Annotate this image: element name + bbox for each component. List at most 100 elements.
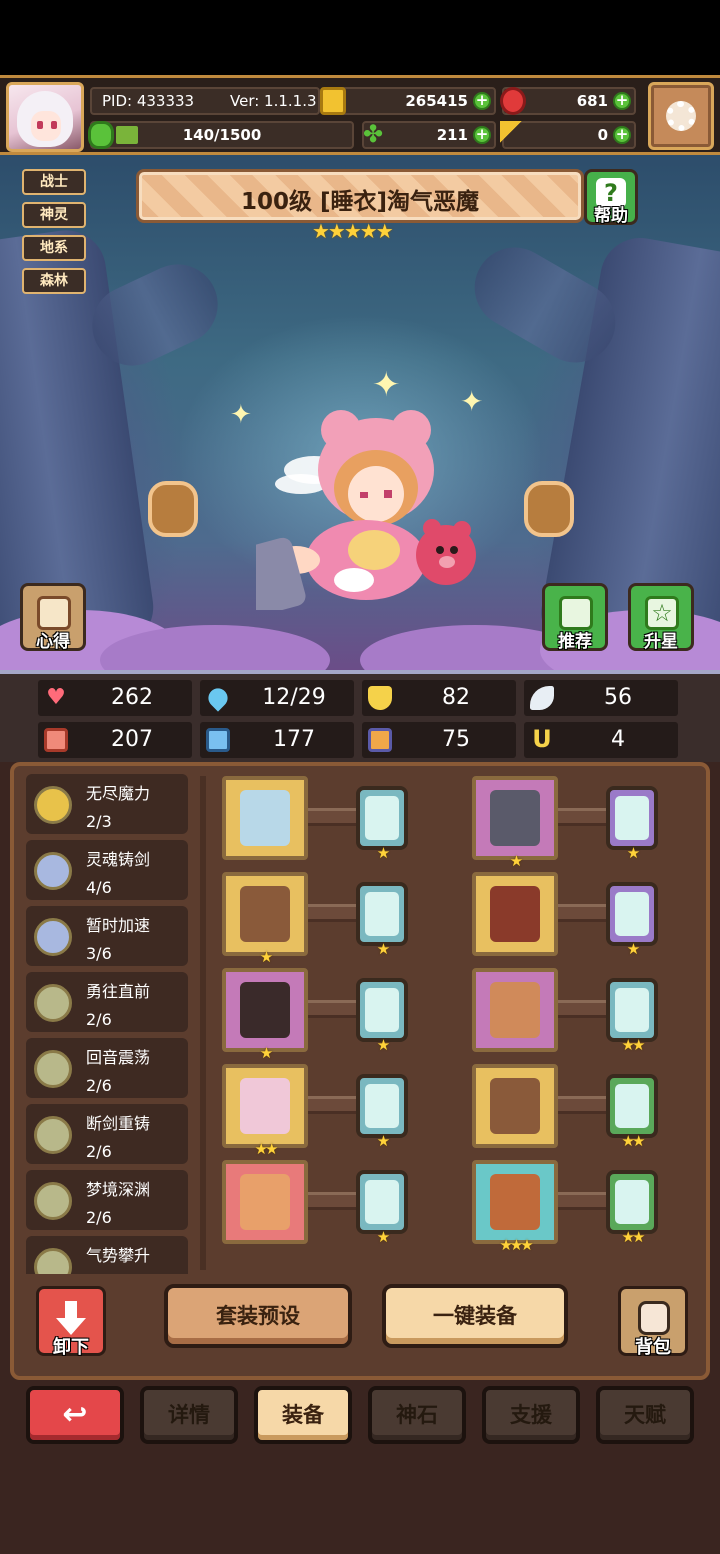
skill-icon [34,786,72,824]
player-info: PID: 433333 Ver: 1.1.1.3 [90,87,320,115]
tab-details[interactable]: 详情 [140,1386,238,1444]
tab-talent[interactable]: 天赋 [596,1386,694,1444]
equipment-slot-charm[interactable]: ★★ [222,1064,308,1158]
skill-name: 灵魂铸剑 [86,850,151,869]
recommend-button[interactable]: 推荐 [542,583,608,652]
equipment-slot-necklace[interactable]: ★ [222,968,308,1062]
equipment-slot-glove[interactable] [472,968,558,1052]
skill-item[interactable]: 断剑重铸 2/6 [26,1104,188,1164]
stat-attack: 207 [38,722,192,758]
equipment-slot-helmet[interactable]: ★ [472,776,558,870]
star-up-button[interactable]: ☆ 升星 [628,583,694,652]
equipment-slot-ring[interactable] [222,1160,308,1244]
help-button[interactable]: ? 帮助 [584,169,638,226]
gem-link [558,1000,608,1018]
skill-item[interactable]: 气势攀升 [26,1236,188,1274]
next-hero-button[interactable] [524,481,574,537]
rune-socket[interactable]: ★ [356,978,408,1054]
hero-character-sprite[interactable] [256,410,486,610]
stat-defense-value: 82 [442,685,470,710]
rune-socket[interactable]: ★★ [606,1074,658,1150]
stat-resist-value: 75 [442,727,470,752]
rune-stars: ★ [376,1228,390,1246]
stat-luck-value: 4 [611,727,625,752]
rune-stars: ★★ [621,1228,646,1246]
equipment-slot-gauntlet-armor[interactable] [472,872,558,956]
skill-name: 勇往直前 [86,982,151,1001]
rune-socket[interactable]: ★ [356,1170,408,1246]
player-id: PID: 433333 [102,92,195,110]
tag-element: 地系 [22,235,86,261]
previous-hero-button[interactable] [148,481,198,537]
tab-god-stone[interactable]: 神石 [368,1386,466,1444]
set-preset-button[interactable]: 套装预设 [164,1284,352,1348]
rune-stars: ★ [376,1132,390,1150]
player-avatar[interactable] [6,82,84,152]
skill-item[interactable]: 灵魂铸剑 4/6 [26,840,188,900]
equipment-slot-belt[interactable] [472,1064,558,1148]
skill-icon [34,852,72,890]
gem-link [558,1096,608,1114]
skill-item[interactable]: 梦境深渊 2/6 [26,1170,188,1230]
tab-equipment[interactable]: 装备 [254,1386,352,1444]
tag-race: 神灵 [22,202,86,228]
gear-icon [666,101,696,131]
ring-icon [240,1174,290,1230]
rune-icon [615,796,649,840]
gem-link [308,1096,358,1114]
unequip-label: 卸下 [53,1337,89,1358]
clover-counter: ✤ 211 + [362,121,496,149]
rune-icon [615,1084,649,1128]
helmet-icon [490,790,540,846]
skill-item[interactable]: 回音震荡 2/6 [26,1038,188,1098]
tab-support[interactable]: 支援 [482,1386,580,1444]
equip-all-button[interactable]: 一键装备 [382,1284,568,1348]
rune-socket[interactable]: ★ [356,786,408,862]
add-ruby-button[interactable]: + [613,92,631,110]
gem-link [308,904,358,922]
key-value: 0 [597,126,608,144]
settings-button[interactable] [648,82,714,150]
rune-socket[interactable]: ★★ [606,1170,658,1246]
stat-resist: 75 [362,722,516,758]
skill-item[interactable]: 无尽魔力 2/3 [26,774,188,834]
skill-item[interactable]: 勇往直前 2/6 [26,972,188,1032]
skill-name: 气势攀升 [86,1246,151,1265]
add-gold-button[interactable]: + [473,92,491,110]
skill-name: 暂时加速 [86,916,151,935]
stat-speed: 56 [524,680,678,716]
equipment-slot-armor[interactable]: ★ [222,872,308,966]
backpack-icon [638,1301,670,1335]
add-clover-button[interactable]: + [473,126,491,144]
stat-attack-value: 207 [111,727,153,752]
add-key-button[interactable]: + [613,126,631,144]
gem-link [558,808,608,826]
equipment-stars: ★★★ [499,1236,533,1254]
rune-socket[interactable]: ★ [356,882,408,958]
skill-item[interactable]: 暂时加速 3/6 [26,906,188,966]
rune-socket[interactable]: ★ [606,882,658,958]
skill-icon [34,1182,72,1220]
thumbs-up-icon [559,596,593,630]
energy-value: 140/1500 [182,126,262,144]
star-up-label: 升星 [644,632,678,652]
rune-socket[interactable]: ★ [356,1074,408,1150]
rune-socket[interactable]: ★ [606,786,658,862]
unequip-button[interactable]: 卸下 [36,1286,106,1358]
bag-button[interactable]: 背包 [618,1286,688,1358]
skill-icon [34,1116,72,1154]
skill-level: 3/6 [86,944,112,963]
equipment-slot-boots[interactable]: ★★★ [472,1160,558,1254]
gem-link [308,808,358,826]
tips-button[interactable]: 心得 [20,583,86,652]
gauntlet-armor-icon [490,886,540,942]
skill-icon [34,1050,72,1088]
tag-habitat: 森林 [22,268,86,294]
skill-list[interactable]: 无尽魔力 2/3 灵魂铸剑 4/6 暂时加速 3/6 勇往直前 2/6 回音震荡 2/6 断剑重铸 2… [26,774,196,1274]
stat-hp: ♥ 262 [38,680,192,716]
equipment-slot-sword[interactable] [222,776,308,860]
stat-magic: 177 [200,722,354,758]
star-icon: ☆ [645,596,679,630]
rune-socket[interactable]: ★★ [606,978,658,1054]
back-button[interactable]: ↩ [26,1386,124,1444]
